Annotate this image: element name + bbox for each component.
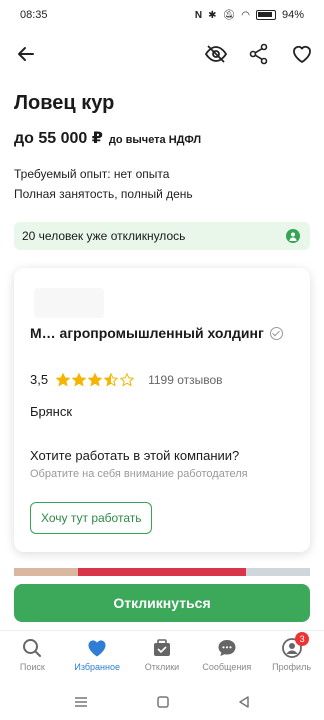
favorite-button[interactable] [288,40,316,68]
star-icon [104,372,119,387]
mute-icon: 🔕︎ [222,9,236,21]
reviews-count: 1199 отзывов [148,372,223,387]
star-icon [88,372,103,387]
heart-outline-icon [293,45,311,64]
nav-search[interactable]: Поиск [0,631,65,682]
company-rating[interactable]: 3,5 1199 отзывов [30,372,223,387]
back-triangle-icon[interactable] [238,696,250,708]
heart-icon [88,640,106,657]
nav-profile-label: Профиль [272,662,312,672]
rating-value: 3,5 [30,372,49,387]
home-icon[interactable] [157,696,169,708]
salary-amount: до 55 000 ₽ [14,130,103,147]
nav-profile[interactable]: 3 Профиль [259,631,324,682]
nav-responses[interactable]: Отклики [130,631,195,682]
responded-text: 20 человек уже откликнулось [22,229,185,243]
salary-note: до вычета НДФЛ [108,134,202,146]
responded-banner: 20 человек уже откликнулось [14,222,310,250]
back-arrow-icon [18,47,34,61]
verified-icon [269,327,283,340]
status-icons: N ✱ 🔕︎ ◠ 94% [195,9,304,21]
respond-button[interactable]: Откликнуться [14,584,310,622]
nav-messages-label: Сообщения [202,662,252,672]
share-icon [249,43,268,65]
battery-level: 94% [281,9,304,21]
messages-icon [218,640,236,656]
want-subtitle: Обратите на себя внимание работодателя [30,468,248,480]
want-to-work-button[interactable]: Хочу тут работать [30,502,153,534]
salary: до 55 000 ₽ до вычета НДФЛ [14,128,201,148]
company-city: Брянск [30,404,73,419]
experience-text: Требуемый опыт: нет опыта [14,167,170,181]
responded-suffix: уже откликнулось [83,229,186,243]
star-icon [120,372,135,387]
status-bar: 08:35 N ✱ 🔕︎ ◠ 94% [0,0,324,30]
status-time: 08:35 [20,9,48,21]
want-title: Хотите работать в этой компании? [30,448,240,463]
nav-favorites-label: Избранное [74,662,120,672]
company-name-text: М… агропромышленный холдинг [30,325,264,341]
nav-search-label: Поиск [19,662,45,672]
eye-off-icon [204,45,228,63]
company-logo [34,288,104,318]
vacancy-title: Ловец кур [14,92,115,114]
nav-messages[interactable]: Сообщения [194,631,259,682]
share-button[interactable] [245,40,273,68]
hide-button[interactable] [202,40,230,68]
responded-count: 20 человек [22,229,84,243]
responses-icon [153,639,170,656]
battery-icon [255,10,276,20]
rating-stars [56,372,135,387]
company-name[interactable]: М… агропромышленный холдинг [30,324,290,342]
app-bar [0,36,324,72]
wifi-icon: ◠ [241,9,250,21]
schedule-text: Полная занятость, полный день [14,187,193,201]
notification-badge: 3 [295,632,310,646]
star-icon [72,372,87,387]
next-card-preview [14,568,310,576]
nav-favorites[interactable]: Избранное [65,631,130,682]
company-card[interactable]: М… агропромышленный холдинг 3,5 1199 отз… [14,268,310,552]
system-nav-bar [0,684,324,720]
nav-responses-label: Отклики [144,662,180,672]
back-button[interactable] [12,40,40,68]
person-icon [286,229,300,243]
search-icon [23,639,42,657]
menu-icon[interactable] [74,696,88,708]
star-icon [56,372,71,387]
nfc-icon: N [194,9,203,21]
bluetooth-icon: ✱ [208,9,217,21]
bottom-nav: Поиск Избранное Отклики Сообщения 3 Проф… [0,630,324,682]
